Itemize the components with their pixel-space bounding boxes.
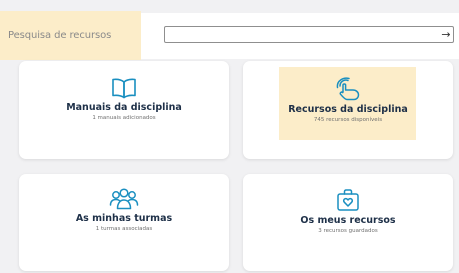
search-submit-button[interactable]: →	[438, 26, 454, 43]
card-title: Os meus recursos	[300, 215, 396, 226]
card-title: Manuais da disciplina	[66, 102, 182, 113]
open-book-icon	[112, 78, 136, 99]
touch-hand-icon	[336, 77, 360, 101]
card-content: Manuais da disciplina 1 manuais adiciona…	[19, 77, 229, 121]
group-people-icon	[109, 188, 139, 210]
search-label: Pesquisa de recursos	[8, 30, 112, 41]
card-minhas-turmas[interactable]: As minhas turmas 1 turmas associadas	[19, 174, 229, 271]
briefcase-heart-icon	[337, 189, 359, 211]
card-subtitle: 1 manuais adicionados	[92, 115, 156, 121]
card-title: Recursos da disciplina	[288, 104, 408, 115]
card-content: Recursos da disciplina 745 recursos disp…	[243, 77, 453, 123]
card-content: Os meus recursos 3 recursos guardados	[243, 188, 453, 234]
card-subtitle: 745 recursos disponíveis	[313, 117, 383, 123]
card-title: As minhas turmas	[75, 213, 173, 224]
arrow-right-icon: →	[441, 28, 451, 41]
card-recursos-disciplina[interactable]: Recursos da disciplina 745 recursos disp…	[243, 61, 453, 159]
card-manuais-disciplina[interactable]: Manuais da disciplina 1 manuais adiciona…	[19, 61, 229, 159]
card-subtitle: 1 turmas associadas	[95, 226, 153, 232]
search-input[interactable]	[164, 26, 454, 43]
card-subtitle: 3 recursos guardados	[318, 228, 378, 234]
card-meus-recursos[interactable]: Os meus recursos 3 recursos guardados	[243, 174, 453, 271]
card-content: As minhas turmas 1 turmas associadas	[19, 188, 229, 232]
